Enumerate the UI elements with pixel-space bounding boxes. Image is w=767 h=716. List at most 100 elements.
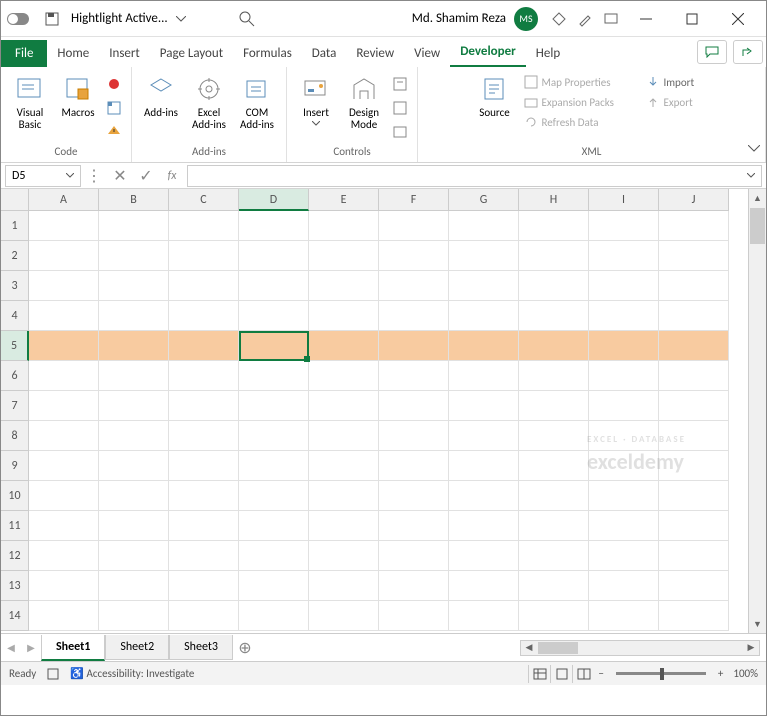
scroll-up-icon[interactable]: ▲ xyxy=(749,189,766,207)
tab-page-layout[interactable]: Page Layout xyxy=(150,40,233,67)
cell[interactable] xyxy=(659,241,729,271)
cell[interactable] xyxy=(589,511,659,541)
cell[interactable] xyxy=(309,271,379,301)
cell[interactable] xyxy=(239,601,309,631)
cell[interactable] xyxy=(519,511,589,541)
sheet-tab-3[interactable]: Sheet3 xyxy=(169,635,233,660)
cell[interactable] xyxy=(99,301,169,331)
cell[interactable] xyxy=(659,271,729,301)
cell[interactable] xyxy=(29,421,99,451)
cell[interactable] xyxy=(589,481,659,511)
cell[interactable] xyxy=(29,601,99,631)
cell[interactable] xyxy=(309,601,379,631)
cell[interactable] xyxy=(169,541,239,571)
cell[interactable] xyxy=(169,481,239,511)
cell[interactable] xyxy=(239,331,309,361)
autosave-toggle[interactable] xyxy=(7,13,29,25)
collapse-ribbon-icon[interactable] xyxy=(748,139,760,158)
cell[interactable] xyxy=(449,241,519,271)
properties-icon[interactable] xyxy=(389,73,411,95)
col-header-I[interactable]: I xyxy=(589,189,659,211)
cell[interactable] xyxy=(99,391,169,421)
cell[interactable] xyxy=(169,601,239,631)
cell[interactable] xyxy=(449,511,519,541)
tab-help[interactable]: Help xyxy=(526,40,570,67)
chevron-down-icon[interactable] xyxy=(168,6,194,32)
cell[interactable] xyxy=(519,481,589,511)
cell[interactable] xyxy=(309,361,379,391)
tab-insert[interactable]: Insert xyxy=(99,40,150,67)
fx-icon[interactable]: fx xyxy=(159,165,185,187)
cell[interactable] xyxy=(449,601,519,631)
cell[interactable] xyxy=(29,361,99,391)
cell[interactable] xyxy=(379,271,449,301)
cell[interactable] xyxy=(589,271,659,301)
page-break-view-icon[interactable] xyxy=(572,665,594,683)
accessibility-status[interactable]: ♿ Accessibility: Investigate xyxy=(70,667,194,680)
cell[interactable] xyxy=(519,211,589,241)
cell[interactable] xyxy=(379,301,449,331)
cell[interactable] xyxy=(29,301,99,331)
zoom-in-button[interactable]: + xyxy=(718,667,723,680)
cell[interactable] xyxy=(519,331,589,361)
row-header-7[interactable]: 7 xyxy=(1,391,29,421)
namebox-expand-icon[interactable]: ⋮ xyxy=(81,165,107,187)
cell[interactable] xyxy=(449,211,519,241)
cell[interactable] xyxy=(99,571,169,601)
cell[interactable] xyxy=(239,571,309,601)
zoom-level[interactable]: 100% xyxy=(733,667,758,680)
cell[interactable] xyxy=(379,391,449,421)
sheet-nav-prev[interactable]: ◀ xyxy=(1,641,21,654)
page-layout-view-icon[interactable] xyxy=(550,665,572,683)
use-relative-icon[interactable] xyxy=(103,97,125,119)
row-header-1[interactable]: 1 xyxy=(1,211,29,241)
cell[interactable] xyxy=(239,391,309,421)
save-icon[interactable] xyxy=(39,6,65,32)
cell[interactable] xyxy=(99,421,169,451)
cell[interactable] xyxy=(519,601,589,631)
insert-control-button[interactable]: Insert xyxy=(293,71,339,143)
cell[interactable] xyxy=(29,451,99,481)
cell[interactable] xyxy=(659,211,729,241)
view-code-icon[interactable] xyxy=(389,97,411,119)
cell[interactable] xyxy=(659,301,729,331)
cell[interactable] xyxy=(659,391,729,421)
cell[interactable] xyxy=(29,241,99,271)
row-header-14[interactable]: 14 xyxy=(1,601,29,631)
cell[interactable] xyxy=(449,301,519,331)
cell[interactable] xyxy=(379,211,449,241)
row-header-4[interactable]: 4 xyxy=(1,301,29,331)
cell[interactable] xyxy=(169,571,239,601)
tab-file[interactable]: File xyxy=(1,40,47,67)
tab-view[interactable]: View xyxy=(404,40,450,67)
col-header-B[interactable]: B xyxy=(99,189,169,211)
cell[interactable] xyxy=(659,481,729,511)
macro-security-icon[interactable] xyxy=(103,121,125,143)
cell[interactable] xyxy=(449,541,519,571)
cell[interactable] xyxy=(449,271,519,301)
add-sheet-button[interactable]: ⊕ xyxy=(233,638,257,658)
cell[interactable] xyxy=(99,241,169,271)
tab-review[interactable]: Review xyxy=(346,40,404,67)
col-header-D[interactable]: D xyxy=(239,189,309,211)
cell[interactable] xyxy=(29,331,99,361)
brush-icon[interactable] xyxy=(572,6,598,32)
cell[interactable] xyxy=(309,421,379,451)
cell[interactable] xyxy=(379,541,449,571)
cell[interactable] xyxy=(449,571,519,601)
com-addins-button[interactable]: COM Add-ins xyxy=(234,71,280,133)
row-header-11[interactable]: 11 xyxy=(1,511,29,541)
cell[interactable] xyxy=(169,211,239,241)
excel-addins-button[interactable]: Excel Add-ins xyxy=(186,71,232,133)
design-mode-button[interactable]: Design Mode xyxy=(341,71,387,143)
cell[interactable] xyxy=(99,451,169,481)
sheet-nav-next[interactable]: ▶ xyxy=(21,641,41,654)
display-options-icon[interactable] xyxy=(598,6,624,32)
cell[interactable] xyxy=(169,361,239,391)
cell[interactable] xyxy=(659,331,729,361)
cell[interactable] xyxy=(379,511,449,541)
normal-view-icon[interactable] xyxy=(528,665,550,683)
cell[interactable] xyxy=(99,331,169,361)
cell[interactable] xyxy=(379,481,449,511)
sheet-tab-1[interactable]: Sheet1 xyxy=(41,635,105,661)
